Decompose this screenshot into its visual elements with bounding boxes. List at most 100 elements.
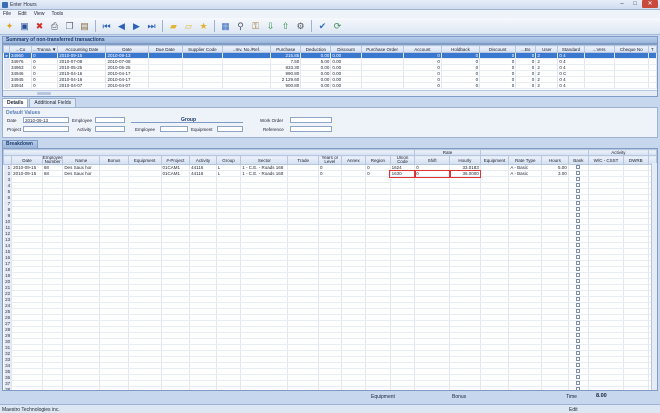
- next-icon[interactable]: ▶: [130, 20, 143, 33]
- check-icon[interactable]: ✔: [316, 20, 329, 33]
- archive-icon[interactable]: ▤: [78, 20, 91, 33]
- checkbox[interactable]: [576, 267, 581, 271]
- filter-icon[interactable]: ⚲: [234, 20, 247, 33]
- checkbox[interactable]: [576, 219, 581, 223]
- checkbox[interactable]: [576, 285, 581, 289]
- checkbox[interactable]: [576, 195, 581, 199]
- checkbox[interactable]: [576, 261, 581, 265]
- checkbox[interactable]: [576, 345, 581, 349]
- col-header[interactable]: Standard: [557, 45, 585, 53]
- checkbox[interactable]: [576, 309, 581, 313]
- col-header[interactable]: Name: [62, 155, 101, 165]
- employee-field[interactable]: [95, 117, 125, 123]
- checkbox[interactable]: [576, 327, 581, 331]
- checkbox[interactable]: [576, 231, 581, 235]
- menu-file[interactable]: File: [3, 10, 11, 18]
- checkbox[interactable]: [576, 291, 581, 295]
- last-icon[interactable]: ⏭: [145, 20, 158, 33]
- col-header[interactable]: Employee Number: [41, 155, 64, 165]
- checkbox[interactable]: [576, 333, 581, 337]
- col-header[interactable]: Hourly: [449, 155, 481, 165]
- col-header[interactable]: Trade: [287, 155, 320, 165]
- col-header[interactable]: Discount: [330, 45, 362, 53]
- summary-hscroll[interactable]: [3, 90, 657, 96]
- checkbox[interactable]: [576, 213, 581, 217]
- col-header[interactable]: T: [647, 45, 657, 53]
- export-icon[interactable]: ⇧: [279, 20, 292, 33]
- col-header[interactable]: Rate Type: [508, 155, 543, 165]
- checkbox[interactable]: [576, 207, 581, 211]
- lock-icon[interactable]: ⚿: [249, 20, 262, 33]
- checkbox[interactable]: [576, 363, 581, 367]
- col-header[interactable]: ...Transa ▼: [31, 45, 59, 53]
- col-header[interactable]: Years or Level: [318, 155, 342, 165]
- new-icon[interactable]: ✦: [3, 20, 16, 33]
- tab-details[interactable]: Details: [2, 98, 29, 107]
- checkbox[interactable]: [576, 249, 581, 253]
- col-header[interactable]: Equipment: [479, 155, 510, 165]
- col-header[interactable]: ...Bo: [515, 45, 537, 53]
- col-header[interactable]: Equipment: [127, 155, 162, 165]
- col-header[interactable]: Purchase: [270, 45, 302, 53]
- col-header[interactable]: Deduction: [300, 45, 332, 53]
- col-header[interactable]: W/C - CSST: [588, 155, 624, 165]
- minimize-button[interactable]: –: [616, 0, 628, 8]
- col-header[interactable]: Date: [105, 45, 149, 53]
- copy-icon[interactable]: ❐: [63, 20, 76, 33]
- reference-field[interactable]: [290, 126, 332, 132]
- checkbox[interactable]: [576, 183, 581, 187]
- checkbox[interactable]: [576, 243, 581, 247]
- checkbox[interactable]: [576, 315, 581, 319]
- checkbox[interactable]: [576, 171, 581, 175]
- checkbox[interactable]: [576, 177, 581, 181]
- col-header[interactable]: ...Vers: [583, 45, 615, 53]
- checkbox[interactable]: [576, 237, 581, 241]
- import-icon[interactable]: ⇩: [264, 20, 277, 33]
- checkbox[interactable]: [576, 297, 581, 301]
- close-button[interactable]: ✕: [642, 0, 658, 8]
- first-icon[interactable]: ⏮: [100, 20, 113, 33]
- checkbox[interactable]: [576, 201, 581, 205]
- col-header[interactable]: Date: [11, 155, 43, 165]
- checkbox[interactable]: [576, 225, 581, 229]
- col-header[interactable]: Holdback: [440, 45, 481, 53]
- group-employee-field[interactable]: [160, 126, 188, 132]
- col-header[interactable]: User: [535, 45, 559, 53]
- checkbox[interactable]: [576, 273, 581, 277]
- checkbox[interactable]: [576, 369, 581, 373]
- date-field[interactable]: 2010-09-13: [23, 117, 69, 123]
- summary-row[interactable]: 34944 0 2010-04-07 2010-04-07 900.80 0.00 0.00…: [3, 82, 657, 89]
- tab-additional-fields[interactable]: Additional Fields: [29, 98, 77, 107]
- col-header[interactable]: Hours: [541, 155, 569, 165]
- breakdown-vscroll[interactable]: [651, 163, 657, 390]
- menu-view[interactable]: View: [34, 10, 45, 18]
- checkbox[interactable]: [576, 351, 581, 355]
- menu-edit[interactable]: Edit: [18, 10, 27, 18]
- work-order-field[interactable]: [290, 117, 332, 123]
- col-header[interactable]: Shift: [414, 155, 451, 165]
- checkbox[interactable]: [576, 189, 581, 193]
- checkbox[interactable]: [576, 375, 581, 379]
- settings-icon[interactable]: ⚙: [294, 20, 307, 33]
- folder-open-icon[interactable]: ▱: [182, 20, 195, 33]
- checkbox[interactable]: [576, 357, 581, 361]
- col-header[interactable]: Sector: [240, 155, 289, 165]
- col-header[interactable]: Bank: [567, 155, 590, 165]
- col-header[interactable]: Due Date: [147, 45, 183, 53]
- activity-field[interactable]: [95, 126, 125, 132]
- folder-star-icon[interactable]: ★: [197, 20, 210, 33]
- col-header[interactable]: Supplier Code: [181, 45, 223, 53]
- col-header[interactable]: Purchase Order: [360, 45, 404, 53]
- col-header[interactable]: DWRB: [622, 155, 649, 165]
- col-header[interactable]: #-Project: [160, 155, 191, 165]
- col-header[interactable]: Group: [215, 155, 242, 165]
- project-field[interactable]: [23, 126, 69, 132]
- maximize-button[interactable]: □: [629, 0, 641, 8]
- checkbox[interactable]: [576, 255, 581, 259]
- calculator-icon[interactable]: ▦: [219, 20, 232, 33]
- prev-icon[interactable]: ◀: [115, 20, 128, 33]
- col-header[interactable]: Accounting Date: [57, 45, 107, 53]
- col-header[interactable]: ..Inv. No./Ref.: [221, 45, 272, 53]
- checkbox[interactable]: [576, 303, 581, 307]
- col-header[interactable]: ...Co: [9, 45, 33, 53]
